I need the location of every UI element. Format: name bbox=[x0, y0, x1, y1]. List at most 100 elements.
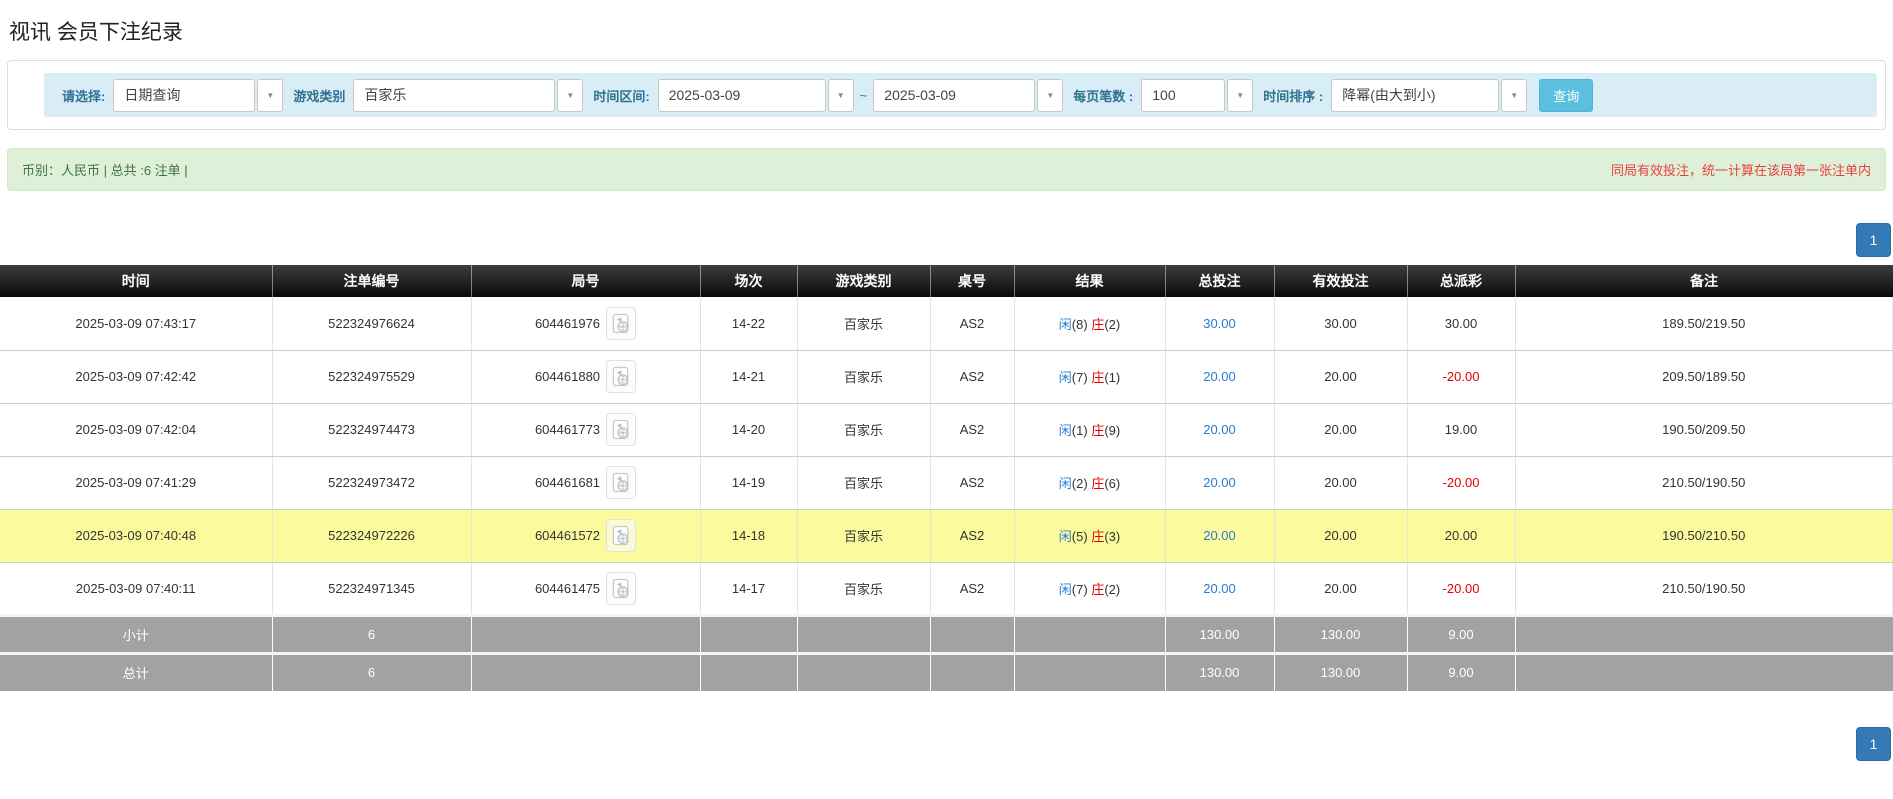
chevron-down-icon[interactable]: ▼ bbox=[827, 78, 854, 112]
cell-total-bet: 20.00 bbox=[1165, 562, 1275, 616]
subtotal-payout: 9.00 bbox=[1407, 613, 1516, 653]
cell-remark: 189.50/219.50 bbox=[1515, 297, 1893, 351]
cell-valid-bet: 20.00 bbox=[1274, 509, 1408, 563]
cell-payout: -20.00 bbox=[1407, 562, 1516, 616]
page-size-select[interactable]: 100 ▼ bbox=[1141, 78, 1254, 112]
table-row: 2025-03-09 07:42:04 522324974473 6044617… bbox=[0, 403, 1893, 457]
total-bet-link[interactable]: 30.00 bbox=[1203, 316, 1236, 331]
total-total-bet: 130.00 bbox=[1165, 651, 1275, 691]
result-banker-count: (9) bbox=[1104, 423, 1121, 438]
cell-bet-id: 522324973472 bbox=[272, 456, 472, 510]
chevron-down-icon[interactable]: ▼ bbox=[1227, 78, 1254, 112]
chevron-down-icon[interactable]: ▼ bbox=[557, 78, 584, 112]
cell-total-bet: 30.00 bbox=[1165, 297, 1275, 351]
query-type-value[interactable]: 日期查询 bbox=[113, 78, 256, 112]
header-result: 结果 bbox=[1014, 265, 1166, 297]
cell-session: 14-17 bbox=[700, 562, 798, 616]
cell-game-type: 百家乐 bbox=[797, 350, 931, 404]
subtotal-row: 小计 6 130.00 130.00 9.00 bbox=[0, 613, 1893, 653]
cell-payout: 19.00 bbox=[1407, 403, 1516, 457]
result-player: 闲 bbox=[1058, 476, 1072, 491]
table-row: 2025-03-09 07:40:11 522324971345 6044614… bbox=[0, 562, 1893, 616]
result-banker-count: (3) bbox=[1104, 529, 1121, 544]
result-player-count: (2) bbox=[1071, 476, 1088, 491]
result-player: 闲 bbox=[1058, 529, 1072, 544]
total-bet-link[interactable]: 20.00 bbox=[1203, 369, 1236, 384]
result-banker: 庄 bbox=[1091, 581, 1105, 597]
result-player-count: (1) bbox=[1071, 423, 1088, 438]
video-file-icon[interactable] bbox=[606, 306, 637, 340]
date-from-value[interactable]: 2025-03-09 bbox=[657, 78, 826, 112]
cell-game-type: 百家乐 bbox=[797, 509, 931, 563]
page-size-value[interactable]: 100 bbox=[1141, 78, 1226, 112]
video-file-icon[interactable] bbox=[606, 413, 637, 446]
total-bet-link[interactable]: 20.00 bbox=[1203, 422, 1236, 437]
cell-valid-bet: 20.00 bbox=[1274, 350, 1408, 404]
game-type-label: 游戏类别 bbox=[293, 88, 346, 104]
total-bet-link[interactable]: 20.00 bbox=[1203, 475, 1236, 490]
cell-session: 14-22 bbox=[700, 297, 798, 351]
cell-total-bet: 20.00 bbox=[1165, 509, 1275, 563]
filter-panel: 请选择: 日期查询 ▼ 游戏类别 百家乐 ▼ 时间区间: 2025-03-09 … bbox=[7, 60, 1886, 130]
table-row: 2025-03-09 07:40:48 522324972226 6044615… bbox=[0, 509, 1893, 563]
cell-table-no: AS2 bbox=[930, 456, 1015, 510]
query-type-select[interactable]: 日期查询 ▼ bbox=[113, 78, 284, 112]
time-sort-value[interactable]: 降幂(由大到小) bbox=[1331, 78, 1500, 112]
cell-table-no: AS2 bbox=[930, 297, 1015, 351]
cell-payout: 20.00 bbox=[1407, 509, 1516, 563]
filter-bar: 请选择: 日期查询 ▼ 游戏类别 百家乐 ▼ 时间区间: 2025-03-09 … bbox=[44, 73, 1877, 117]
cell-bet-id: 522324976624 bbox=[272, 297, 472, 351]
video-file-icon[interactable] bbox=[606, 466, 637, 499]
page-1-button[interactable]: 1 bbox=[1856, 727, 1891, 761]
cell-bet-id: 522324971345 bbox=[272, 562, 472, 616]
cell-valid-bet: 30.00 bbox=[1274, 297, 1408, 351]
cell-table-no: AS2 bbox=[930, 562, 1015, 616]
result-banker: 庄 bbox=[1091, 423, 1105, 438]
date-to-select[interactable]: 2025-03-09 ▼ bbox=[873, 78, 1064, 112]
table-row: 2025-03-09 07:42:42 522324975529 6044618… bbox=[0, 350, 1893, 404]
page-title: 视讯 会员下注纪录 bbox=[9, 21, 183, 44]
chevron-down-icon[interactable]: ▼ bbox=[257, 78, 284, 112]
query-type-label: 请选择: bbox=[62, 88, 106, 104]
cell-round: 604461572 bbox=[471, 509, 701, 563]
table-header-row: 时间 注单编号 局号 场次 游戏类别 桌号 结果 总投注 有效投注 总派彩 备注 bbox=[0, 265, 1893, 297]
date-to-value[interactable]: 2025-03-09 bbox=[873, 78, 1036, 112]
round-id: 604461880 bbox=[534, 369, 601, 384]
result-banker: 庄 bbox=[1091, 316, 1105, 332]
cell-remark: 210.50/190.50 bbox=[1515, 562, 1893, 616]
total-bet-link[interactable]: 20.00 bbox=[1203, 528, 1236, 543]
result-banker: 庄 bbox=[1091, 370, 1105, 385]
subtotal-valid-bet: 130.00 bbox=[1274, 613, 1408, 653]
total-bet-link[interactable]: 20.00 bbox=[1203, 581, 1236, 596]
chevron-down-icon[interactable]: ▼ bbox=[1501, 78, 1528, 112]
result-player-count: (8) bbox=[1071, 316, 1088, 332]
cell-remark: 190.50/210.50 bbox=[1515, 509, 1893, 563]
cell-game-type: 百家乐 bbox=[797, 562, 931, 616]
result-player: 闲 bbox=[1058, 581, 1072, 597]
page-size-label: 每页笔数 : bbox=[1073, 88, 1134, 104]
video-file-icon[interactable] bbox=[606, 519, 637, 552]
video-file-icon[interactable] bbox=[606, 360, 637, 393]
search-button[interactable]: 查询 bbox=[1539, 78, 1594, 112]
round-id: 604461976 bbox=[534, 315, 601, 331]
chevron-down-icon[interactable]: ▼ bbox=[1037, 78, 1064, 112]
result-player-count: (5) bbox=[1071, 529, 1088, 544]
table-row: 2025-03-09 07:43:17 522324976624 6044619… bbox=[0, 297, 1893, 351]
game-type-select[interactable]: 百家乐 ▼ bbox=[353, 78, 584, 112]
total-count: 6 bbox=[272, 651, 472, 691]
header-bet-id: 注单编号 bbox=[272, 265, 472, 297]
round-id: 604461773 bbox=[534, 422, 601, 437]
video-file-icon[interactable] bbox=[606, 571, 637, 605]
game-type-value[interactable]: 百家乐 bbox=[353, 78, 556, 112]
time-sort-select[interactable]: 降幂(由大到小) ▼ bbox=[1331, 78, 1528, 112]
result-player-count: (7) bbox=[1071, 370, 1088, 385]
subtotal-label: 小计 bbox=[0, 613, 273, 653]
cell-game-type: 百家乐 bbox=[797, 456, 931, 510]
cell-table-no: AS2 bbox=[930, 350, 1015, 404]
date-from-select[interactable]: 2025-03-09 ▼ bbox=[657, 78, 854, 112]
page-1-button[interactable]: 1 bbox=[1856, 223, 1891, 257]
cell-session: 14-18 bbox=[700, 509, 798, 563]
total-row: 总计 6 130.00 130.00 9.00 bbox=[0, 651, 1893, 691]
cell-total-bet: 20.00 bbox=[1165, 456, 1275, 510]
cell-bet-id: 522324972226 bbox=[272, 509, 472, 563]
